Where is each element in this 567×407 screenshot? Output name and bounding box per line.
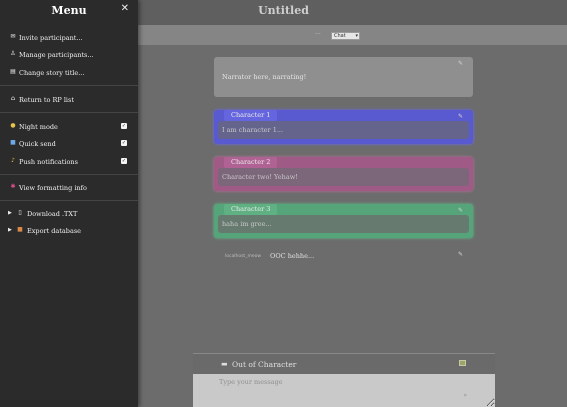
menu-item-manage[interactable]: ♙ Manage participants...	[0, 49, 138, 63]
menu-divider	[0, 200, 138, 201]
message-composer: ▬ Out of Character »	[193, 353, 495, 407]
menu-item-push-notifications[interactable]: ♪ Push notifications ✓	[0, 156, 138, 170]
close-icon[interactable]: ✕	[121, 3, 129, 14]
image-icon[interactable]	[459, 360, 466, 366]
character-selector[interactable]: ▬ Out of Character	[193, 353, 495, 374]
message-text: Character two! Yehaw!	[222, 173, 298, 181]
narrator-message: ✎ Narrator here, narrating!	[214, 57, 473, 97]
message-text: Narrator here, narrating!	[222, 73, 307, 81]
keyboard-icon: ■	[10, 139, 16, 146]
person-icon: ♙	[10, 50, 16, 57]
menu-item-label: Night mode	[19, 123, 58, 131]
edit-pencil-icon[interactable]: ✎	[458, 207, 463, 214]
menu-item-label: Quick send	[19, 140, 56, 148]
moon-icon: ●	[10, 122, 16, 129]
side-menu: Menu ✕ ✉ Invite participant... ♙ Manage …	[0, 0, 138, 407]
night-mode-checkbox[interactable]: ✓	[121, 123, 127, 129]
home-icon: ⌂	[10, 95, 16, 102]
bell-icon: ♪	[11, 157, 15, 164]
menu-item-label: Push notifications	[19, 158, 78, 166]
message-text: I am character 1...	[222, 126, 284, 134]
character-name-tag: Character 1	[224, 110, 278, 121]
menu-item-return[interactable]: ⌂ Return to RP list	[0, 94, 138, 108]
menu-divider	[0, 112, 138, 113]
menu-item-night-mode[interactable]: ● Night mode ✓	[0, 121, 138, 135]
menu-item-label: View formatting info	[19, 184, 87, 192]
menu-item-label: Export database	[27, 227, 82, 235]
message-body: I am character 1...	[218, 121, 469, 139]
message-text: OOC hehhe...	[270, 252, 315, 260]
menu-item-invite[interactable]: ✉ Invite participant...	[0, 32, 138, 46]
menu-divider	[0, 85, 138, 86]
edit-pencil-icon[interactable]: ✎	[458, 113, 463, 120]
menu-item-formatting[interactable]: ✱ View formatting info	[0, 182, 138, 196]
menu-item-label: Invite participant...	[19, 34, 83, 42]
character-name-tag: Character 2	[224, 157, 278, 168]
chat-bubble-icon: ▬	[221, 360, 228, 368]
send-icon[interactable]: »	[463, 392, 467, 399]
ooc-author: localhost_meow	[225, 254, 262, 259]
text-file-icon: ▯	[18, 209, 22, 216]
menu-item-label: Change story title...	[19, 69, 85, 77]
expand-caret-icon[interactable]: ▶	[8, 210, 12, 216]
menu-title: Menu	[51, 4, 87, 17]
character-3-message: Character 3 ✎ haha im gree...	[214, 204, 473, 238]
selected-character-label: Out of Character	[232, 360, 297, 369]
message-text: haha im gree...	[222, 220, 272, 228]
push-notifications-checkbox[interactable]: ✓	[121, 158, 127, 164]
menu-item-change-title[interactable]: ▤ Change story title...	[0, 67, 138, 81]
message-input[interactable]	[193, 374, 495, 407]
ooc-message: localhost_meow OOC hehhe... ✎	[214, 251, 473, 263]
quick-send-checkbox[interactable]: ✓	[121, 140, 127, 146]
message-body: Character two! Yehaw!	[218, 168, 469, 186]
character-1-message: Character 1 ✎ I am character 1...	[214, 110, 473, 144]
menu-divider	[0, 174, 138, 175]
menu-item-label: Return to RP list	[19, 96, 74, 104]
edit-pencil-icon[interactable]: ✎	[458, 251, 463, 258]
edit-pencil-icon[interactable]: ✎	[458, 60, 463, 67]
message-filter-select[interactable]: Chat	[331, 32, 360, 40]
character-2-message: Character 2 Character two! Yehaw!	[214, 157, 473, 191]
menu-item-download[interactable]: ▶ ▯ Download .TXT	[0, 208, 138, 222]
menu-item-label: Download .TXT	[27, 210, 78, 218]
expand-caret-icon[interactable]: ▶	[8, 227, 12, 233]
formatting-icon: ✱	[10, 183, 16, 190]
menu-item-export[interactable]: ▶ ■ Export database	[0, 225, 138, 239]
message-body: haha im gree...	[218, 215, 469, 233]
character-name-tag: Character 3	[224, 204, 278, 215]
menu-item-label: Manage participants...	[19, 51, 94, 59]
document-icon: ▤	[10, 68, 16, 75]
menu-item-quick-send[interactable]: ■ Quick send ✓	[0, 138, 138, 152]
envelope-icon: ✉	[10, 33, 16, 40]
filter-label: ···	[315, 31, 321, 38]
database-icon: ■	[17, 226, 23, 233]
